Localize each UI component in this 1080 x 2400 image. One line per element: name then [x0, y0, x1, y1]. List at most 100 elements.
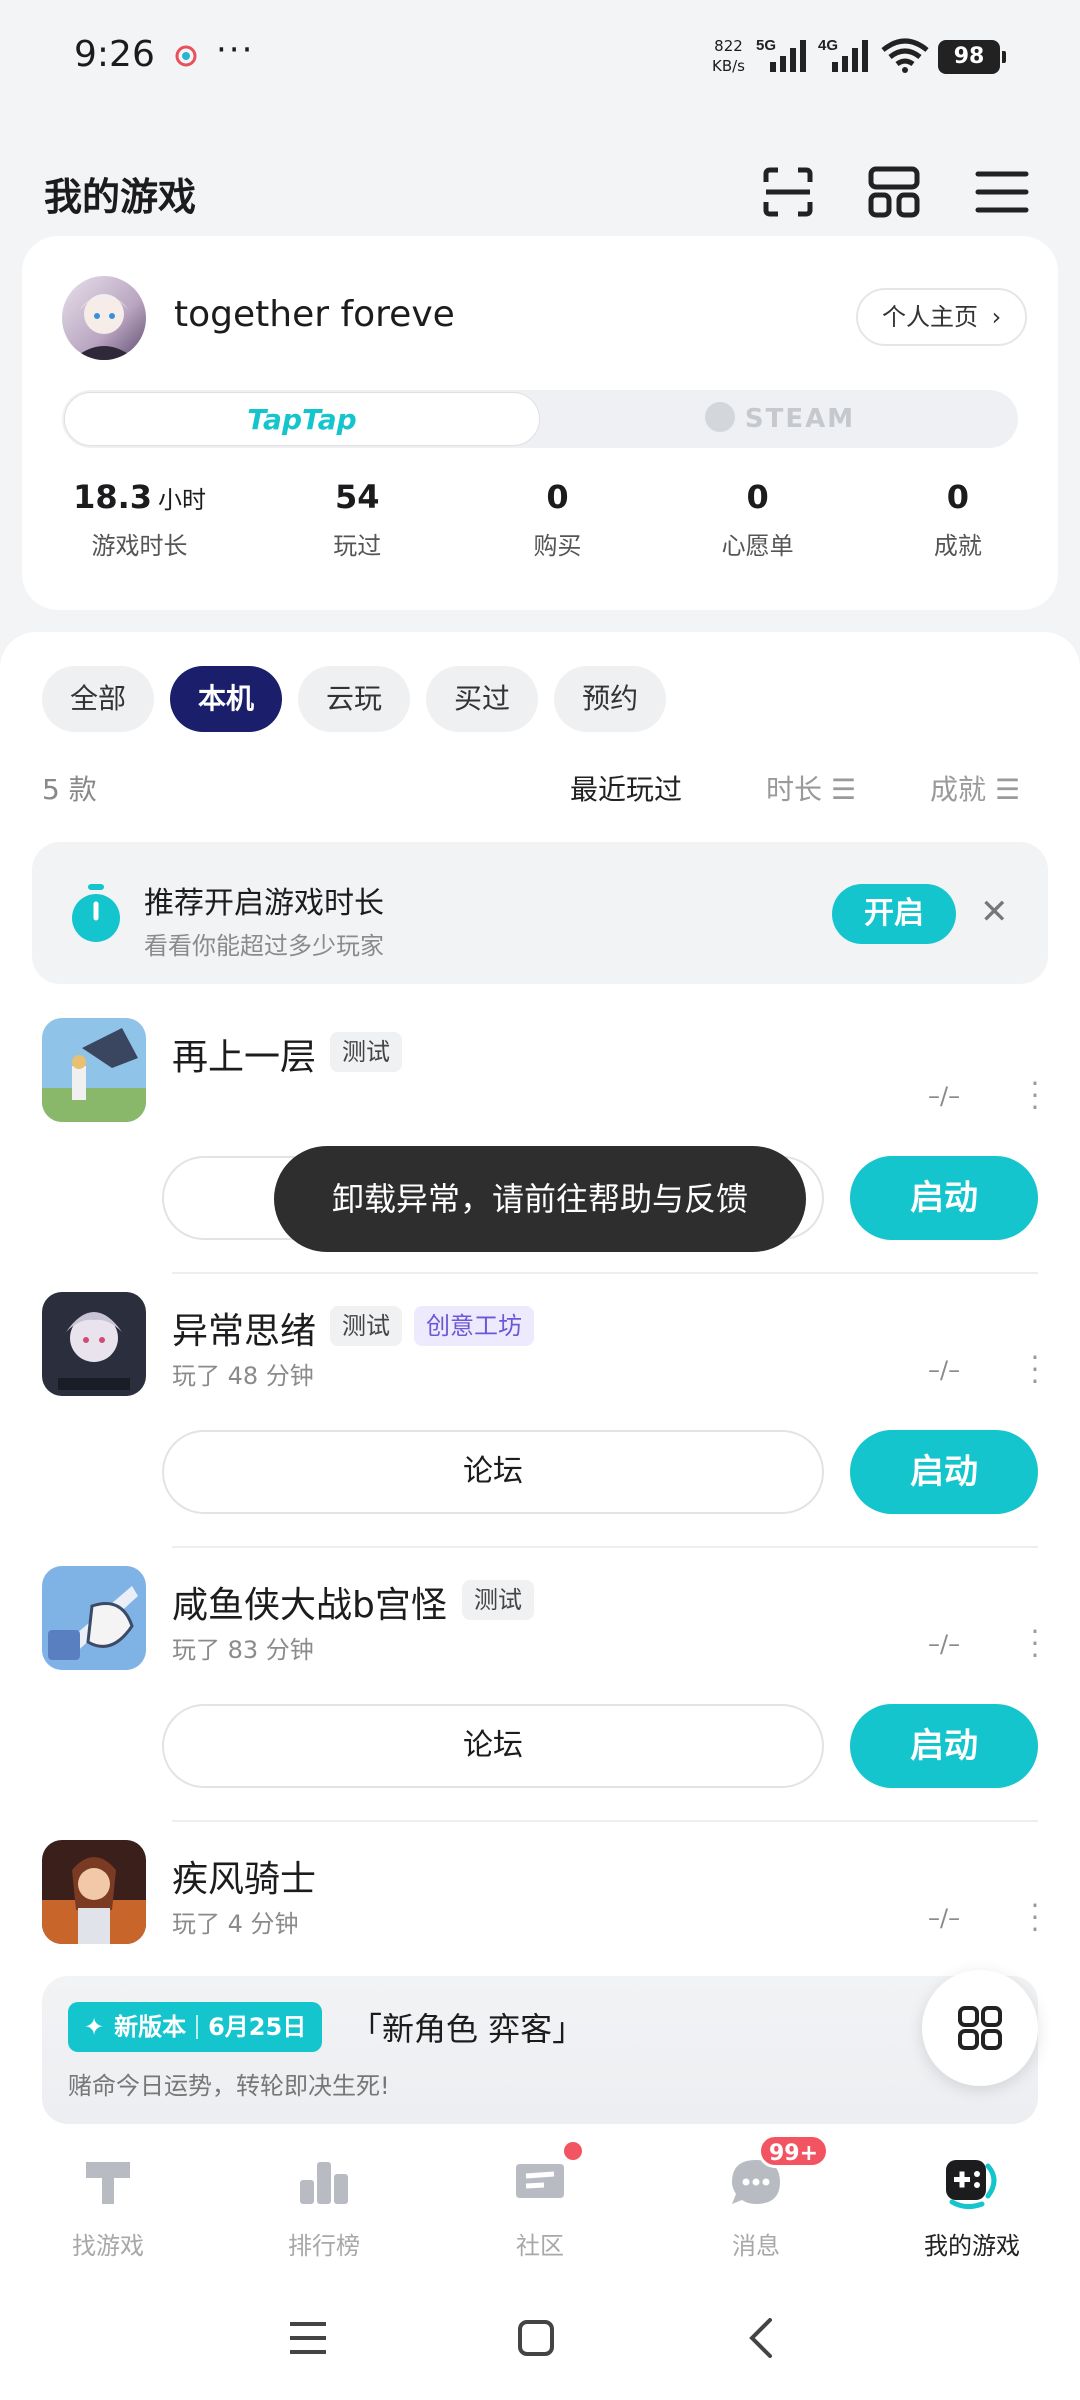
scan-icon[interactable]	[760, 164, 816, 220]
ranking-icon	[300, 2162, 348, 2204]
banner-title: 「新角色 弈客」	[350, 2010, 585, 2048]
game-icon[interactable]	[42, 1566, 146, 1670]
game-icon[interactable]	[42, 1292, 146, 1396]
nav-find-games[interactable]: 找游戏	[0, 2126, 216, 2276]
tag-test: 测试	[462, 1580, 534, 1620]
layout-grid-icon[interactable]	[866, 164, 922, 220]
more-options-icon[interactable]: · · ·	[1030, 1070, 1040, 1122]
game-rating: –/–	[928, 1082, 961, 1110]
bottom-navigation: 找游戏 排行榜 社区 99+ 消息 我的游戏	[0, 2126, 1080, 2276]
sort-order-icon: ☰	[830, 773, 857, 806]
more-options-icon[interactable]: · · ·	[1030, 1618, 1040, 1670]
divider	[196, 2015, 199, 2039]
menu-icon[interactable]	[974, 164, 1030, 220]
game-rating: –/–	[928, 1356, 961, 1384]
chip-all[interactable]: 全部	[42, 666, 155, 732]
chip-reserved[interactable]: 预约	[554, 666, 667, 732]
game-name: 疾风骑士	[172, 1859, 317, 1900]
chevron-right-icon: ›	[991, 303, 1002, 331]
signal-5g-icon: 5G	[756, 37, 806, 72]
status-bar: 9:26 ··· 822 KB/s 5G 4G 98	[0, 0, 1080, 115]
sort-duration[interactable]: 时长 ☰	[766, 768, 856, 808]
launch-button[interactable]: 启动	[850, 1704, 1038, 1788]
playtime-recommend-card: 推荐开启游戏时长 看看你能超过多少玩家 开启 ✕	[32, 842, 1048, 984]
more-options-icon[interactable]: · · ·	[1030, 1892, 1040, 1944]
enable-playtime-button[interactable]: 开启	[832, 884, 956, 944]
chip-local[interactable]: 本机	[170, 666, 283, 732]
played-duration: 玩了 4 分钟	[172, 1910, 299, 1938]
message-count-badge: 99+	[758, 2134, 830, 2168]
apps-grid-icon	[958, 2006, 1002, 2050]
tab-taptap[interactable]: TapTap	[64, 392, 540, 446]
stat-played[interactable]: 54 玩过	[257, 478, 457, 561]
update-banner[interactable]: ✦ 新版本 6月25日 「新角色 弈客」 赌命今日运势，转轮即决生死!	[42, 1976, 1038, 2124]
status-more-dots: ···	[216, 30, 255, 70]
game-icon[interactable]	[42, 1018, 146, 1122]
tab-steam[interactable]: STEAM	[542, 390, 1018, 448]
nav-my-games[interactable]: 我的游戏	[864, 2126, 1080, 2276]
launch-button[interactable]: 启动	[850, 1156, 1038, 1240]
stat-achievements[interactable]: 0 成就	[858, 478, 1058, 561]
game-tags: 测试	[462, 1580, 534, 1620]
network-speed: 822 KB/s	[712, 37, 745, 75]
chip-cloud[interactable]: 云玩	[298, 666, 411, 732]
apps-grid-button[interactable]	[922, 1970, 1038, 2086]
steam-icon	[704, 401, 735, 432]
profile-card: together foreve 个人主页 › TapTap STEAM 18.3…	[22, 236, 1058, 610]
forum-button[interactable]: 论坛	[162, 1430, 824, 1514]
community-icon	[516, 2164, 564, 2198]
stats-row: 18.3 小时 游戏时长 54 玩过 0 购买 0 心愿单 0 成就	[22, 478, 1058, 561]
page-header: 我的游戏	[0, 140, 1080, 240]
username: together foreve	[174, 294, 455, 335]
banner-subtitle: 赌命今日运势，转轮即决生死!	[68, 2072, 390, 2100]
my-games-icon	[946, 2160, 997, 2210]
game-name: 再上一层	[172, 1037, 317, 1078]
game-tags: 测试	[330, 1032, 402, 1072]
platform-switch: TapTap STEAM	[62, 390, 1018, 448]
stopwatch-icon	[72, 884, 120, 942]
game-name: 咸鱼侠大战b宫怪	[172, 1585, 447, 1626]
homepage-button[interactable]: 个人主页 ›	[856, 288, 1028, 346]
wifi-icon	[881, 38, 929, 73]
home-icon[interactable]	[516, 2318, 556, 2358]
game-rating: –/–	[928, 1630, 961, 1658]
divider	[172, 1820, 1038, 1822]
game-name: 异常思绪	[172, 1311, 317, 1352]
app-notification-icon	[175, 45, 197, 67]
nav-ranking[interactable]: 排行榜	[216, 2126, 432, 2276]
stat-playtime[interactable]: 18.3 小时 游戏时长	[22, 478, 257, 561]
recommend-title: 推荐开启游戏时长	[144, 886, 384, 921]
svg-text:5G: 5G	[756, 37, 776, 54]
recent-apps-icon[interactable]	[288, 2318, 328, 2358]
find-games-icon	[86, 2162, 130, 2204]
more-options-icon[interactable]: · · ·	[1030, 1344, 1040, 1396]
divider	[172, 1272, 1038, 1274]
signal-4g-icon: 4G	[818, 37, 868, 72]
divider	[172, 1546, 1038, 1548]
chip-bought[interactable]: 买过	[426, 666, 539, 732]
new-version-badge: ✦ 新版本 6月25日	[68, 2002, 323, 2052]
sort-recent[interactable]: 最近玩过	[570, 768, 682, 808]
page-title: 我的游戏	[44, 175, 197, 219]
launch-button[interactable]: 启动	[850, 1430, 1038, 1514]
stat-wishlist[interactable]: 0 心愿单	[658, 478, 858, 561]
nav-messages[interactable]: 99+ 消息	[648, 2126, 864, 2276]
forum-button[interactable]: 论坛	[162, 1704, 824, 1788]
system-navigation-bar	[0, 2276, 1080, 2400]
recommend-subtitle: 看看你能超过多少玩家	[144, 932, 384, 960]
game-tags: 测试 创意工坊	[330, 1306, 534, 1346]
game-rating: –/–	[928, 1904, 961, 1932]
status-time: 9:26	[74, 34, 155, 75]
sort-order-icon: ☰	[994, 773, 1021, 806]
nav-community[interactable]: 社区	[432, 2126, 648, 2276]
battery-indicator: 98	[938, 40, 1006, 74]
stat-purchased[interactable]: 0 购买	[457, 478, 657, 561]
game-icon[interactable]	[42, 1840, 146, 1944]
games-sheet: 全部 本机 云玩 买过 预约 5 款 最近玩过 时长 ☰ 成就 ☰ 推荐开启游戏…	[0, 632, 1080, 2132]
svg-text:4G: 4G	[818, 37, 838, 54]
avatar-image	[72, 294, 136, 360]
back-icon[interactable]	[742, 2318, 782, 2358]
avatar[interactable]	[62, 276, 146, 360]
sort-achievement[interactable]: 成就 ☰	[930, 768, 1020, 808]
close-icon[interactable]: ✕	[980, 892, 1009, 932]
